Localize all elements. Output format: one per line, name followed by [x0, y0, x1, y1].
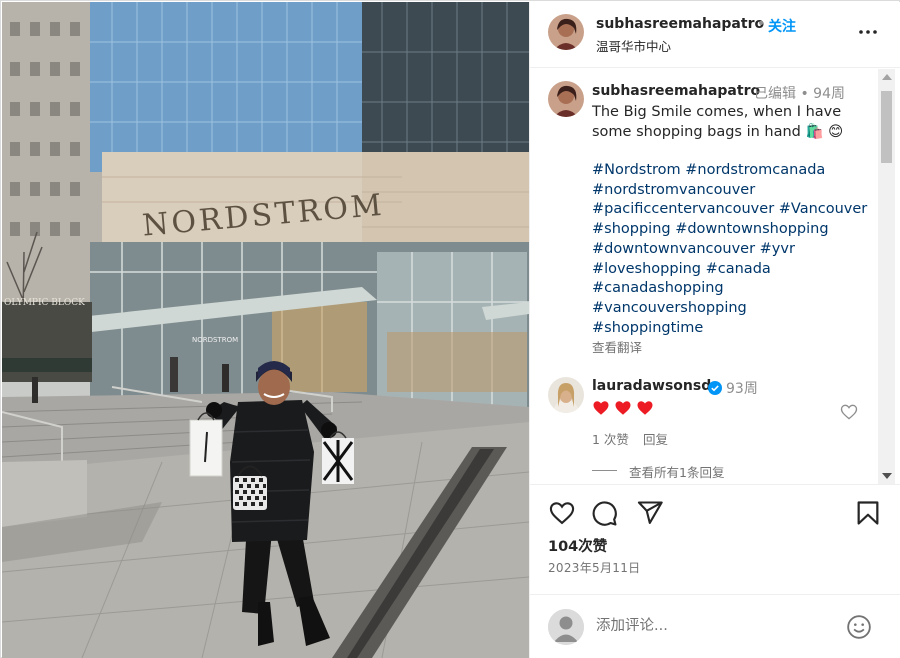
red-heart-emoji-icon: [615, 401, 631, 415]
author-avatar[interactable]: [548, 14, 584, 50]
hashtag-line[interactable]: #shoppingtime: [592, 319, 877, 339]
post-like-count[interactable]: 104次赞: [548, 535, 607, 556]
view-all-replies-link[interactable]: 查看所有1条回复: [629, 462, 724, 481]
red-heart-emoji-icon: [637, 401, 653, 415]
post-date[interactable]: 2023年5月11日: [548, 559, 640, 576]
comment-bubble-icon[interactable]: [590, 499, 618, 527]
comments-section[interactable]: subhasreemahapatro 已编辑 • 94周 The Big Smi…: [530, 69, 900, 484]
like-heart-icon[interactable]: [548, 499, 576, 527]
hashtag-line[interactable]: #pacificcentervancouver #Vancouver: [592, 200, 877, 220]
reply-button[interactable]: 回复: [643, 429, 668, 448]
comments-scrollbar[interactable]: [878, 69, 895, 484]
reply-author-username[interactable]: lauradawsonsd: [592, 378, 711, 394]
scrollbar-thumb[interactable]: [881, 91, 892, 163]
scroll-up-arrow-icon[interactable]: [882, 74, 892, 80]
see-translation-link[interactable]: 查看翻译: [592, 337, 642, 356]
hashtag-line[interactable]: #nordstromvancouver: [592, 181, 877, 201]
follow-button[interactable]: 关注: [768, 16, 796, 36]
current-user-avatar: [548, 609, 584, 645]
hashtag-line[interactable]: #downtownvancouver #yvr: [592, 240, 877, 260]
entrance-sign: NORDSTROM: [192, 336, 238, 344]
verified-badge-icon: [708, 380, 722, 395]
scroll-down-arrow-icon[interactable]: [882, 473, 892, 479]
hashtag-line[interactable]: #Nordstrom #nordstromcanada: [592, 161, 877, 181]
view-replies-divider: [592, 470, 617, 471]
reply-text-hearts: [592, 399, 654, 417]
hashtag-list: #Nordstrom #nordstromcanada #nordstromva…: [592, 161, 877, 338]
reply-like-count[interactable]: 1 次赞: [592, 429, 629, 448]
post-modal: NORDSTROM NORDSTROM OLYMPIC BLOCK subhas…: [0, 0, 900, 658]
red-heart-emoji-icon: [593, 401, 609, 415]
caption-text: The Big Smile comes, when I have some sh…: [592, 104, 844, 140]
caption-author-username[interactable]: subhasreemahapatro: [592, 83, 760, 99]
post-photo[interactable]: NORDSTROM NORDSTROM OLYMPIC BLOCK: [2, 2, 529, 658]
hashtag-line[interactable]: #vancouvershopping: [592, 299, 877, 319]
comment-composer: [530, 594, 900, 658]
separator-dot: •: [757, 16, 766, 32]
location-link[interactable]: 温哥华市中心: [596, 36, 671, 55]
post-header: subhasreemahapatro • 关注 温哥华市中心: [530, 2, 900, 68]
caption-edited-meta: 已编辑 • 94周: [754, 86, 845, 102]
share-paper-plane-icon[interactable]: [636, 499, 664, 527]
author-username[interactable]: subhasreemahapatro: [596, 16, 764, 32]
reply-author-avatar[interactable]: [548, 377, 584, 413]
street-sign: OLYMPIC BLOCK: [4, 298, 85, 308]
emoji-smiley-icon[interactable]: [846, 614, 872, 640]
reply-time[interactable]: 93周: [726, 378, 758, 398]
reply-comment: lauradawsonsd 93周 1 次赞 回复 查看所有1条回复: [530, 375, 875, 484]
post-details-panel: subhasreemahapatro • 关注 温哥华市中心 subhasree…: [529, 2, 900, 658]
comment-like-heart-icon[interactable]: [839, 402, 859, 422]
add-comment-input[interactable]: [596, 614, 826, 638]
hashtag-line[interactable]: #canadashopping: [592, 279, 877, 299]
post-actions: 104次赞 2023年5月11日: [530, 484, 900, 594]
save-bookmark-icon[interactable]: [854, 499, 882, 527]
hashtag-line[interactable]: #shopping #downtownshopping: [592, 220, 877, 240]
more-options-icon[interactable]: [856, 20, 880, 44]
hashtag-line[interactable]: #loveshopping #canada: [592, 260, 877, 280]
caption-author-avatar[interactable]: [548, 81, 584, 117]
